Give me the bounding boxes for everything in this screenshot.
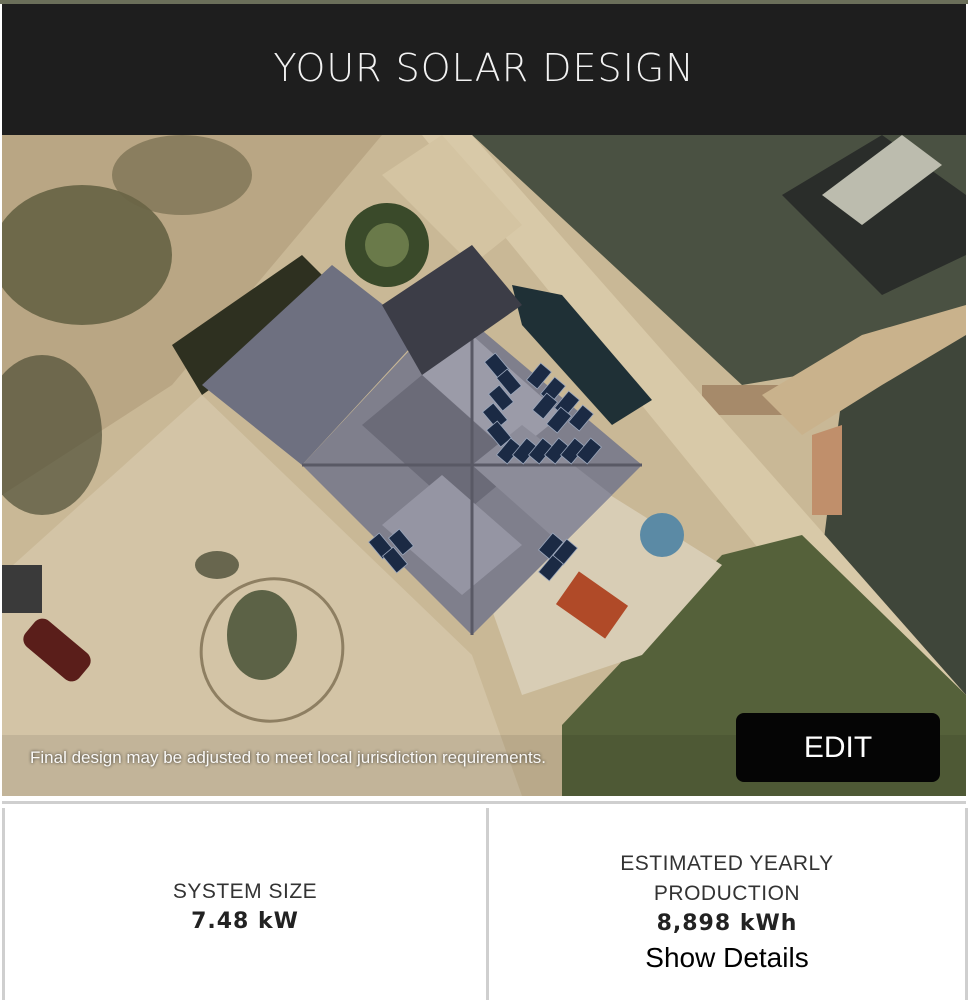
solar-design-page: YOUR SOLAR DESIGN Final design may be ad… [0,0,968,1000]
system-size-label: SYSTEM SIZE [172,880,318,903]
satellite-map[interactable] [2,135,966,796]
system-size-card: SYSTEM SIZE 7.48 kW [2,808,485,1000]
system-stats: SYSTEM SIZE 7.48 kW ESTIMATED YEARLY PRO… [2,801,968,1000]
yearly-production-content: ESTIMATED YEARLY PRODUCTION 8,898 kWh Sh… [620,849,833,974]
yearly-production-value: 8,898 kWh [656,911,798,936]
page-header: YOUR SOLAR DESIGN [2,4,966,135]
design-disclaimer: Final design may be adjusted to meet loc… [30,748,546,767]
page-title: YOUR SOLAR DESIGN [273,45,695,90]
yearly-production-label-line1: ESTIMATED YEARLY [620,852,834,875]
yearly-production-card: ESTIMATED YEARLY PRODUCTION 8,898 kWh Sh… [486,808,968,1000]
edit-button[interactable]: EDIT [736,713,940,782]
system-size-value: 7.48 kW [191,909,299,934]
yearly-production-label-line2: PRODUCTION [653,882,801,905]
satellite-imagery [2,135,966,796]
show-details-link[interactable]: Show Details [645,942,808,974]
